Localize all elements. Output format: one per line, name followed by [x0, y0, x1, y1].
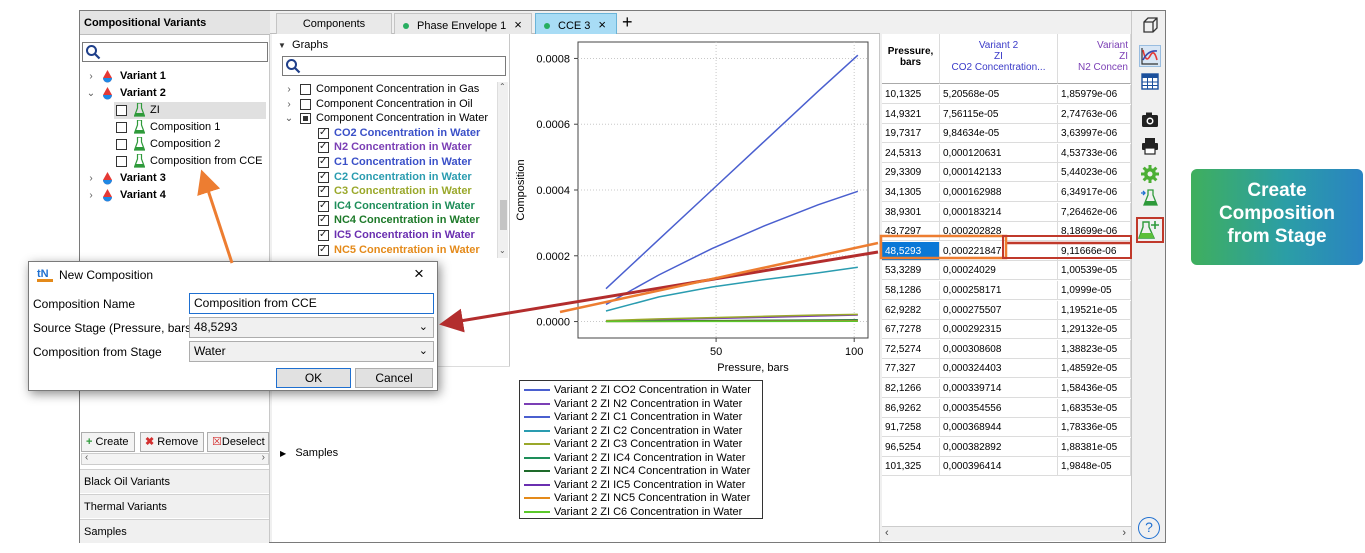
selected-row-highlight: [879, 234, 1008, 260]
selected-row-highlight-red: [1002, 235, 1132, 259]
create-composition-callout: Create Composition from Stage: [1191, 169, 1363, 265]
arrow-from-selected-row: [559, 241, 879, 314]
arrow-to-composition-from-cce: [197, 169, 234, 264]
arrow-to-source-stage: [439, 250, 879, 333]
annotation-arrows: [197, 169, 1132, 333]
